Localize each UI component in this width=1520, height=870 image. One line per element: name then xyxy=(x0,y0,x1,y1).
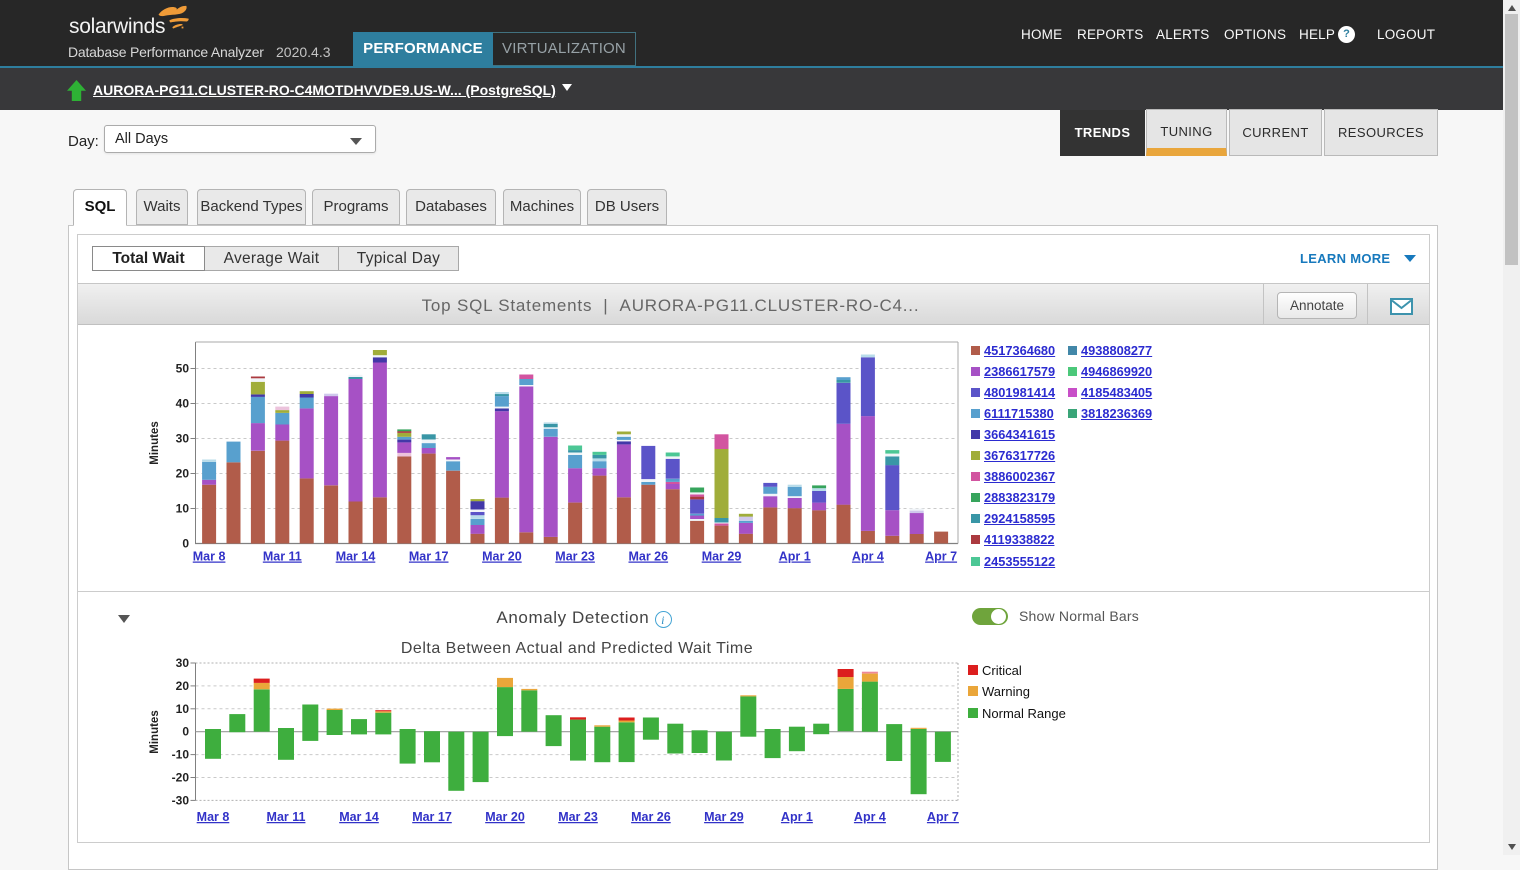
svg-text:-30: -30 xyxy=(172,793,190,807)
svg-text:Apr 7: Apr 7 xyxy=(927,810,959,824)
svg-text:Apr 1: Apr 1 xyxy=(779,550,811,564)
svg-text:Mar 29: Mar 29 xyxy=(704,810,744,824)
svg-text:10: 10 xyxy=(176,502,190,516)
svg-text:Mar 26: Mar 26 xyxy=(631,810,671,824)
svg-text:Mar 29: Mar 29 xyxy=(702,550,742,564)
svg-text:Mar 23: Mar 23 xyxy=(558,810,598,824)
svg-text:Mar 17: Mar 17 xyxy=(412,810,452,824)
svg-text:-10: -10 xyxy=(172,748,190,762)
svg-text:20: 20 xyxy=(176,467,190,481)
svg-text:-20: -20 xyxy=(172,771,190,785)
svg-text:Mar 20: Mar 20 xyxy=(482,550,522,564)
svg-text:0: 0 xyxy=(182,537,189,551)
svg-text:10: 10 xyxy=(176,702,190,716)
svg-text:50: 50 xyxy=(176,362,190,376)
svg-text:40: 40 xyxy=(176,397,190,411)
svg-text:Mar 23: Mar 23 xyxy=(555,550,595,564)
svg-text:Mar 11: Mar 11 xyxy=(263,550,302,564)
svg-text:Mar 14: Mar 14 xyxy=(339,810,379,824)
svg-text:Mar 14: Mar 14 xyxy=(336,550,376,564)
svg-text:Mar 20: Mar 20 xyxy=(485,810,525,824)
svg-text:Minutes: Minutes xyxy=(149,710,161,753)
svg-text:Minutes: Minutes xyxy=(149,421,161,464)
svg-text:Mar 17: Mar 17 xyxy=(409,550,449,564)
svg-text:20: 20 xyxy=(176,679,190,693)
svg-text:30: 30 xyxy=(176,656,190,670)
svg-text:Apr 4: Apr 4 xyxy=(852,550,884,564)
svg-text:Mar 26: Mar 26 xyxy=(628,550,668,564)
svg-text:Apr 4: Apr 4 xyxy=(854,810,886,824)
svg-text:Mar 8: Mar 8 xyxy=(197,810,230,824)
svg-text:Mar 11: Mar 11 xyxy=(267,810,306,824)
svg-text:Apr 7: Apr 7 xyxy=(925,550,957,564)
svg-text:Apr 1: Apr 1 xyxy=(781,810,813,824)
svg-text:0: 0 xyxy=(182,725,189,739)
svg-text:30: 30 xyxy=(176,432,190,446)
svg-text:Mar 8: Mar 8 xyxy=(193,550,226,564)
